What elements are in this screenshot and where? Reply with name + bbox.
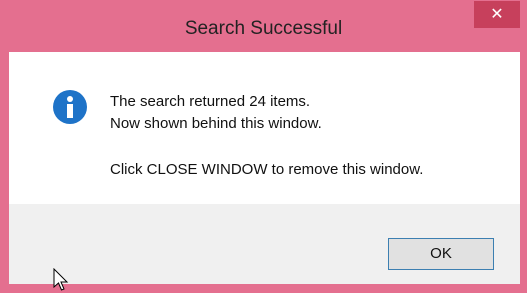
info-icon-bar [67,104,73,118]
message-line-1: The search returned 24 items. [110,93,311,110]
message-line-3: Click CLOSE WINDOW to remove this window… [110,161,424,178]
info-icon-dot [67,96,73,102]
close-button[interactable]: ✕ [474,1,520,28]
message-area: The search returned 24 items. Now shown … [9,52,520,204]
mouse-pointer-icon [53,268,69,291]
ok-button[interactable]: OK [388,238,494,270]
dialog-window: Search Successful ✕ The search returned … [0,0,527,293]
message-line-2: Now shown behind this window. [110,115,322,132]
info-icon [53,90,87,124]
title-bar[interactable]: Search Successful ✕ [0,0,527,52]
dialog-body: The search returned 24 items. Now shown … [9,52,520,284]
window-title: Search Successful [184,18,343,39]
button-bar: OK [9,204,520,284]
